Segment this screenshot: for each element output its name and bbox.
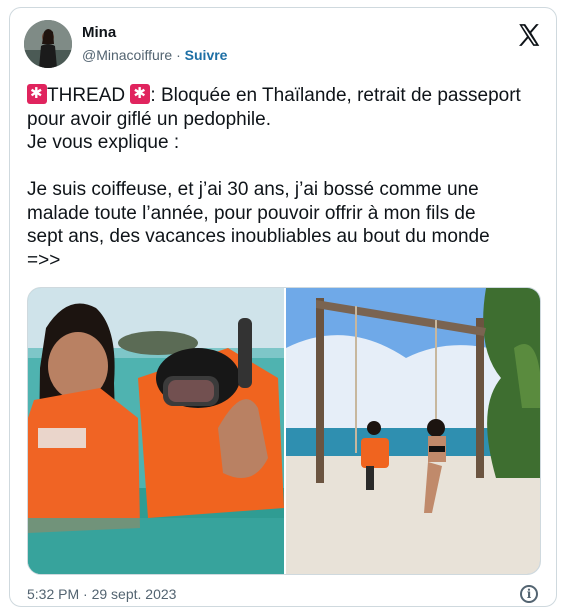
tweet-line-2: pour avoir giflé un pedophile. (27, 108, 272, 130)
author-handle[interactable]: @Minacoiffure (82, 47, 172, 63)
photo-beach-swing[interactable] (286, 288, 540, 574)
tweet-timestamp[interactable]: 5:32 PM · 29 sept. 2023 (27, 586, 176, 602)
tweet-line-6: malade toute l’année, pour pouvoir offri… (27, 202, 476, 224)
follow-button[interactable]: Suivre (185, 47, 228, 63)
tweet-card: Mina @Minacoiffure · Suivre THREAD : Blo… (9, 7, 557, 607)
tweet-line-7: sept ans, des vacances inoubliables au b… (27, 226, 490, 247)
tweet-line-5: Je suis coiffeuse, et j’ai 30 ans, j’ai … (27, 179, 479, 200)
siren-emoji-icon (27, 82, 47, 106)
x-logo-icon[interactable] (516, 22, 542, 48)
thread-label: THREAD (47, 85, 126, 106)
media-grid (27, 287, 541, 575)
author-name[interactable]: Mina (82, 24, 116, 41)
info-icon[interactable]: i (520, 585, 538, 603)
photo-snorkel-selfie[interactable] (28, 288, 284, 574)
tweet-text: THREAD : Bloquée en Thaïlande, retrait d… (27, 82, 547, 272)
separator-dot: · (176, 47, 181, 63)
siren-emoji-icon (130, 82, 151, 106)
tweet-line-3: Je vous explique : (27, 132, 180, 153)
tweet-line-1: : Bloquée en Thaïlande, retrait de passe… (150, 85, 521, 106)
tweet-line-8: =>> (27, 249, 61, 271)
avatar[interactable] (24, 20, 72, 68)
author-handle-row: @Minacoiffure · Suivre (82, 47, 227, 63)
